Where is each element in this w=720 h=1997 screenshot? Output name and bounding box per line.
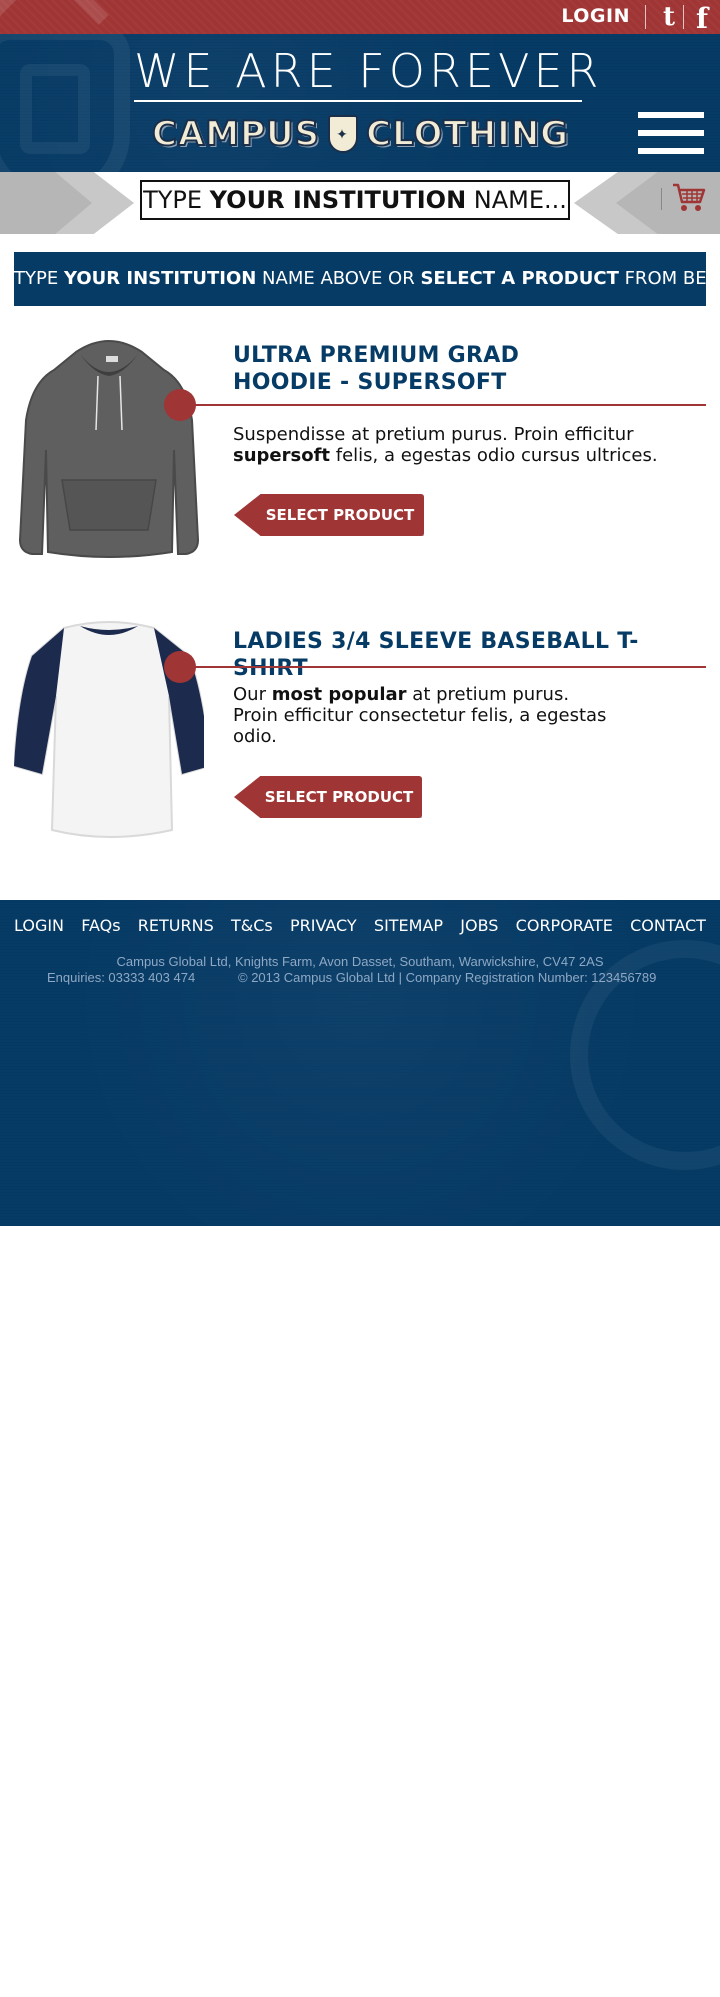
description-text: Our xyxy=(233,684,272,705)
menu-bar xyxy=(638,130,704,136)
footer-link-privacy[interactable]: PRIVACY xyxy=(290,916,357,935)
top-bar: LOGIN t f xyxy=(0,0,720,34)
search-placeholder-bold: YOUR INSTITUTION xyxy=(209,186,467,214)
brand-logo[interactable]: CAMPUS CLOTHING xyxy=(151,112,570,156)
footer-link-terms[interactable]: T&Cs xyxy=(231,916,273,935)
grey-hoodie-image[interactable] xyxy=(14,330,204,570)
description-bold: supersoft xyxy=(233,445,331,466)
footer-link-login[interactable]: LOGIN xyxy=(14,916,64,935)
chevron-decoration xyxy=(0,0,109,34)
footer-link-corporate[interactable]: CORPORATE xyxy=(516,916,613,935)
tagline-underline xyxy=(134,100,582,102)
search-band: TYPE YOUR INSTITUTION NAME... xyxy=(0,172,720,234)
product-description: Suspendisse at pretium purus. Proin effi… xyxy=(233,424,663,466)
banner-bold: SELECT A PRODUCT xyxy=(420,268,619,289)
twitter-icon[interactable]: t xyxy=(663,2,675,32)
product-description: Our most popular at pretium purus. Proin… xyxy=(233,684,613,747)
brand-word-clothing: CLOTHING xyxy=(365,113,570,155)
footer-link-sitemap[interactable]: SITEMAP xyxy=(374,916,443,935)
menu-bar xyxy=(638,112,704,118)
banner-text: FROM BELOW xyxy=(624,268,720,289)
description-text: felis, a egestas odio cursus ultrices. xyxy=(330,445,658,466)
product-bullet-dot xyxy=(164,651,196,683)
copyright-notice: © 2013 Campus Global Ltd | Company Regis… xyxy=(238,970,657,985)
tagline: WE ARE FOREVER xyxy=(134,44,603,98)
product-title-line: HOODIE - SUPERSOFT xyxy=(233,370,507,395)
product-bullet-dot xyxy=(164,389,196,421)
banner-text: NAME ABOVE OR xyxy=(256,268,421,289)
product-title[interactable]: ULTRA PREMIUM GRAD HOODIE - SUPERSOFT xyxy=(233,342,693,396)
banner-bold: YOUR INSTITUTION xyxy=(63,268,257,289)
search-placeholder-prefix: TYPE xyxy=(143,186,210,214)
product-title[interactable]: LADIES 3/4 SLEEVE BASEBALL T-SHIRT xyxy=(233,628,693,682)
description-text: Suspendisse at pretium purus. Proin effi… xyxy=(233,424,634,445)
description-bold: most popular xyxy=(271,684,407,705)
instruction-banner: TYPE YOUR INSTITUTION NAME ABOVE OR SELE… xyxy=(14,252,720,306)
select-product-button[interactable]: SELECT PRODUCT xyxy=(234,494,424,536)
product-divider xyxy=(180,666,706,668)
site-footer: LOGIN FAQs RETURNS T&Cs PRIVACY SITEMAP … xyxy=(0,900,720,1226)
select-product-button[interactable]: SELECT PRODUCT xyxy=(234,776,422,818)
search-placeholder-suffix: NAME... xyxy=(466,186,567,214)
crest-watermark xyxy=(20,64,90,154)
footer-link-contact[interactable]: CONTACT xyxy=(630,916,706,935)
footer-link-faqs[interactable]: FAQs xyxy=(81,916,120,935)
footer-link-jobs[interactable]: JOBS xyxy=(460,916,498,935)
product-title-line: ULTRA PREMIUM GRAD xyxy=(233,343,520,368)
footer-nav: LOGIN FAQs RETURNS T&Cs PRIVACY SITEMAP … xyxy=(14,916,706,935)
product-divider xyxy=(180,404,706,406)
product-card: LADIES 3/4 SLEEVE BASEBALL T-SHIRT Our m… xyxy=(0,616,720,866)
crest-icon xyxy=(328,115,359,153)
shopping-cart-icon[interactable] xyxy=(672,182,706,214)
login-link[interactable]: LOGIN xyxy=(561,5,630,27)
footer-link-returns[interactable]: RETURNS xyxy=(138,916,214,935)
enquiries-phone: Enquiries: 03333 403 474 xyxy=(47,970,196,985)
hamburger-menu-icon[interactable] xyxy=(638,112,704,160)
site-header: WE ARE FOREVER CAMPUS CLOTHING xyxy=(0,34,720,172)
banner-text: TYPE xyxy=(14,268,64,289)
company-address: Campus Global Ltd, Knights Farm, Avon Da… xyxy=(116,954,604,969)
divider xyxy=(645,5,646,29)
brand-word-campus: CAMPUS xyxy=(151,113,321,155)
facebook-icon[interactable]: f xyxy=(696,2,708,34)
institution-search-input[interactable]: TYPE YOUR INSTITUTION NAME... xyxy=(140,180,570,220)
divider xyxy=(683,5,684,29)
menu-bar xyxy=(638,148,704,154)
product-card: ULTRA PREMIUM GRAD HOODIE - SUPERSOFT Su… xyxy=(0,330,720,580)
divider xyxy=(661,188,662,210)
